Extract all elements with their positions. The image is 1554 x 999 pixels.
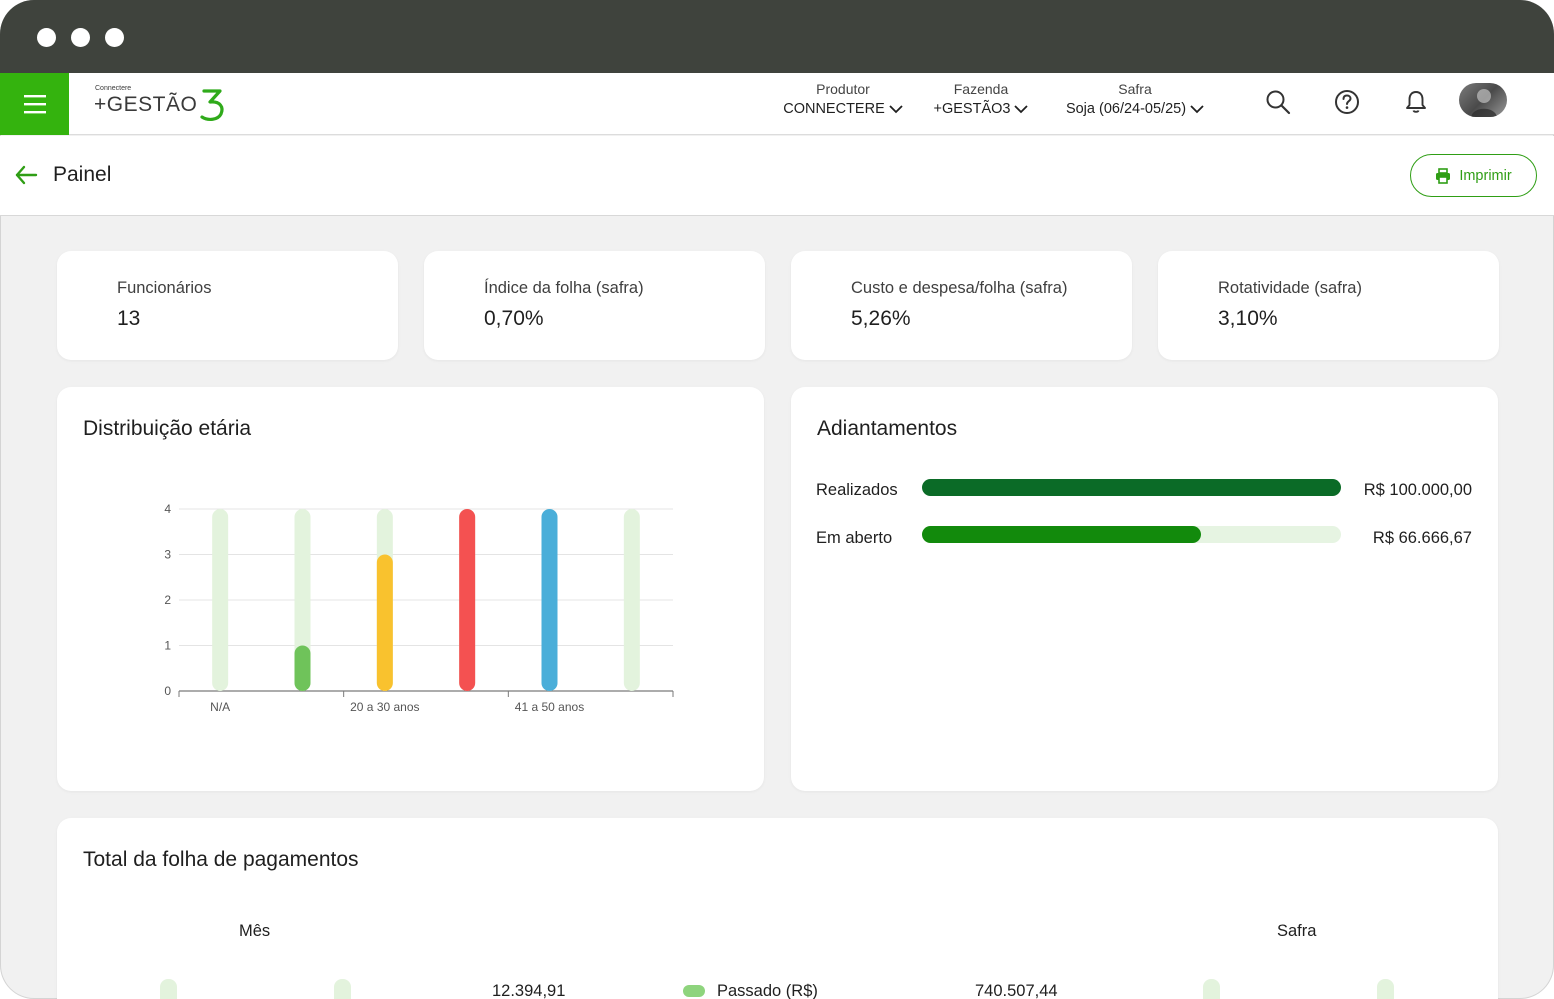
payroll-safra-bar <box>1203 979 1220 999</box>
payroll-panel-title: Total da folha de pagamentos <box>83 848 359 871</box>
x-tick-label: 41 a 50 anos <box>515 700 584 714</box>
y-tick-label: 2 <box>164 593 171 607</box>
help-button[interactable] <box>1332 87 1362 117</box>
arrow-left-icon <box>15 165 38 185</box>
safra-selector[interactable]: Safra Soja (06/24-05/25) <box>1056 81 1214 118</box>
safra-label: Safra <box>1118 81 1152 97</box>
advance-em-aberto-label: Em aberto <box>816 529 893 547</box>
logo-tagline: Connectere <box>95 85 132 92</box>
payroll-month-bar <box>160 979 177 999</box>
avatar-photo-icon <box>1471 89 1497 117</box>
age-bar-track <box>212 509 229 691</box>
kpi-label: Custo e despesa/folha (safra) <box>851 279 1068 297</box>
fazenda-selector[interactable]: Fazenda +GESTÃO3 <box>928 81 1034 118</box>
top-navbar: Connectere +GESTÃO Produtor CONNECTERE F… <box>0 73 1554 135</box>
kpi-value: 5,26% <box>851 307 911 330</box>
safra-value: Soja (06/24-05/25) <box>1065 101 1187 117</box>
fazenda-value: +GESTÃO3 <box>933 101 1011 117</box>
advance-em-aberto-fill <box>922 526 1202 543</box>
age-bar <box>376 554 393 691</box>
window-maximize-dot[interactable] <box>105 28 124 47</box>
payroll-safra-header: Safra <box>1277 922 1317 940</box>
legend-past-label: Passado (R$) <box>717 982 818 999</box>
advance-em-aberto-track <box>922 526 1341 543</box>
window-close-dot[interactable] <box>37 28 56 47</box>
payroll-safra-bar <box>1377 979 1394 999</box>
legend-past-swatch <box>683 985 705 997</box>
payroll-safra-value: 740.507,44 <box>975 982 1058 999</box>
advance-em-aberto-value: R$ 66.666,67 <box>1372 529 1472 547</box>
kpi-value: 0,70% <box>484 307 544 330</box>
produtor-selector[interactable]: Produtor CONNECTERE <box>780 81 906 118</box>
payroll-month-value: 12.394,91 <box>492 982 566 999</box>
window-titlebar <box>0 0 1554 73</box>
y-tick-label: 0 <box>164 684 171 698</box>
kpi-card-rotatividade: Rotatividade (safra) 3,10% <box>1158 251 1499 360</box>
app-logo[interactable]: Connectere +GESTÃO <box>94 83 234 127</box>
page-title: Painel <box>53 163 112 186</box>
back-button[interactable] <box>14 162 42 190</box>
payroll-month-header: Mês <box>239 922 271 940</box>
help-icon <box>1335 90 1359 114</box>
age-bar <box>541 509 558 691</box>
hamburger-menu-icon <box>23 95 46 114</box>
printer-icon <box>1436 167 1451 184</box>
window-minimize-dot[interactable] <box>71 28 90 47</box>
produtor-label: Produtor <box>816 81 870 97</box>
age-bar-track <box>623 509 640 691</box>
age-distribution-panel: Distribuição etária 0 1 2 3 4 N/A 20 a 30 anos… <box>57 387 764 791</box>
advance-realizados-value: R$ 100.000,00 <box>1363 481 1472 499</box>
advance-realizados-track <box>922 479 1341 496</box>
advances-panel-title: Adiantamentos <box>817 417 958 440</box>
produtor-value: CONNECTERE <box>783 101 885 117</box>
age-bar <box>294 645 311 691</box>
app-window: Connectere +GESTÃO Produtor CONNECTERE F… <box>0 0 1554 999</box>
notifications-button[interactable] <box>1401 87 1431 117</box>
print-button[interactable]: Imprimir <box>1410 154 1537 197</box>
page-header: Painel Imprimir <box>0 136 1554 216</box>
y-tick-label: 4 <box>164 502 171 516</box>
logo-wordmark: +GESTÃO <box>94 93 198 116</box>
y-tick-label: 1 <box>164 639 171 653</box>
payroll-panel: Total da folha de pagamentos Mês Safra 1… <box>57 818 1498 999</box>
search-icon <box>1266 90 1291 115</box>
bell-icon <box>1406 91 1426 113</box>
kpi-label: Índice da folha (safra) <box>484 279 644 297</box>
chevron-down-icon <box>889 104 903 113</box>
payroll-month-bar <box>334 979 351 999</box>
chevron-down-icon <box>1190 104 1204 113</box>
print-label: Imprimir <box>1459 167 1512 184</box>
advances-panel: Adiantamentos Realizados R$ 100.000,00 E… <box>791 387 1498 791</box>
advance-realizados-label: Realizados <box>816 481 898 499</box>
y-tick-label: 3 <box>164 548 171 562</box>
x-tick-label: N/A <box>210 700 230 714</box>
kpi-label: Rotatividade (safra) <box>1218 279 1362 297</box>
age-bar <box>459 509 476 691</box>
search-button[interactable] <box>1263 87 1293 117</box>
kpi-card-funcionarios: Funcionários 13 <box>57 251 398 360</box>
kpi-label: Funcionários <box>117 279 212 297</box>
kpi-card-custo-despesa: Custo e despesa/folha (safra) 5,26% <box>791 251 1132 360</box>
age-distribution-chart: 0 1 2 3 4 N/A 20 a 30 anos 41 a 50 anos <box>164 502 674 714</box>
kpi-value: 13 <box>117 307 141 330</box>
logo-3-mark <box>200 89 224 121</box>
kpi-card-indice-folha: Índice da folha (safra) 0,70% <box>424 251 765 360</box>
fazenda-label: Fazenda <box>953 81 1009 97</box>
advance-realizados-fill <box>922 479 1341 496</box>
kpi-value: 3,10% <box>1218 307 1278 330</box>
menu-button[interactable] <box>0 73 69 135</box>
x-tick-label: 20 a 30 anos <box>350 700 419 714</box>
chevron-down-icon <box>1014 104 1029 113</box>
user-avatar[interactable] <box>1459 83 1507 117</box>
